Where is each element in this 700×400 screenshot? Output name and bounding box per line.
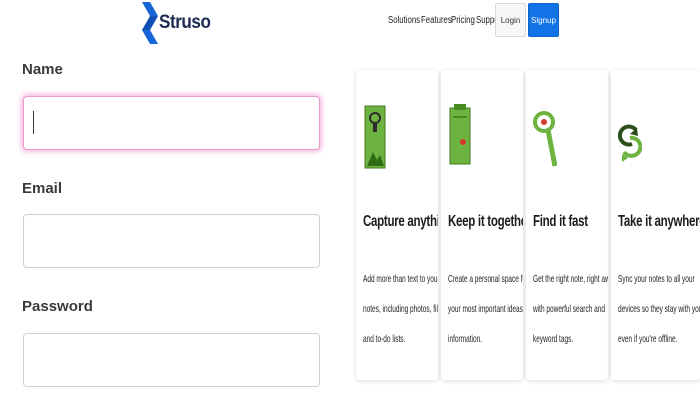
signup-button[interactable]: Signup	[528, 3, 559, 37]
feature-description: Create a personal space for all your mos…	[448, 273, 523, 345]
brand-logo[interactable]: Struso	[142, 2, 216, 44]
feature-description: Get the right note, right away with powe…	[533, 273, 608, 345]
main-nav: Solutions Features Pricing Support	[388, 13, 506, 27]
nav-link-support[interactable]: Support	[476, 15, 503, 26]
feature-description: Sync your notes to all your devices so t…	[618, 273, 700, 345]
name-label: Name	[22, 61, 63, 78]
login-button[interactable]: Login	[495, 3, 526, 37]
feature-title: Capture anything	[363, 213, 438, 230]
site-header: Struso Solutions Features Pricing Suppor…	[0, 0, 700, 44]
sync-icon	[618, 124, 642, 162]
feature-card-capture: Capture anything Add more than text to y…	[356, 70, 438, 380]
nav-link-solutions[interactable]: Solutions	[388, 15, 420, 26]
feature-description: Add more than text to your notes, includ…	[363, 273, 438, 345]
search-icon	[533, 111, 557, 167]
feature-title: Keep it together	[448, 213, 523, 230]
feature-card-find: Find it fast Get the right note, right a…	[526, 70, 608, 380]
password-input[interactable]	[23, 333, 320, 387]
feature-card-anywhere: Take it anywhere Sync your notes to all …	[611, 70, 700, 380]
name-input[interactable]	[23, 96, 320, 150]
brand-name: Struso	[159, 12, 211, 33]
notebook-icon	[449, 104, 471, 165]
text-caret	[33, 111, 34, 134]
nav-link-features[interactable]: Features	[421, 15, 452, 26]
nav-link-pricing[interactable]: Pricing	[451, 15, 475, 26]
email-input[interactable]	[23, 214, 320, 268]
email-label: Email	[22, 180, 63, 197]
feature-card-keep: Keep it together Create a personal space…	[441, 70, 523, 380]
feature-title: Find it fast	[533, 213, 588, 230]
capture-icon	[364, 105, 386, 169]
brand-mark-icon	[142, 2, 158, 44]
feature-title: Take it anywhere	[618, 213, 700, 230]
password-label: Password	[22, 298, 93, 315]
